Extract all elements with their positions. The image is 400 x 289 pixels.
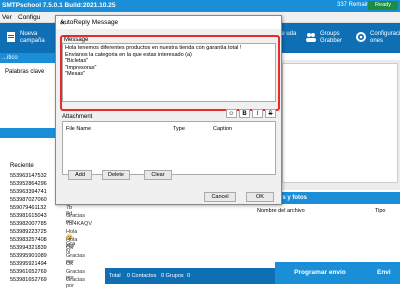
title-bar: SMTPschool 7.5.0.1 Build:2021.10.25 337 … <box>0 0 400 12</box>
document-icon <box>7 32 15 42</box>
group-icon <box>306 33 316 42</box>
col-nombre-archivo: Nombre del archivo <box>257 208 305 214</box>
message-preview: Gracias por <box>66 277 85 289</box>
clear-button[interactable]: Clear <box>144 170 172 180</box>
configuraciones-label: Configuraci ones <box>370 31 400 44</box>
phone-number: 553963394741 <box>10 189 47 195</box>
enviar-button[interactable]: Envi <box>365 262 400 284</box>
nueva-campana-button[interactable]: Nueva campaña <box>6 29 54 49</box>
col-caption: Caption <box>213 126 232 132</box>
gear-icon <box>356 32 366 42</box>
phone-number: 553983257408 <box>10 237 47 243</box>
list-item[interactable]: 553981652769 Gracias por <box>10 277 85 289</box>
nueva-campana-label: Nueva campaña <box>20 31 45 44</box>
phone-number: 553952864296 <box>10 181 47 187</box>
right-message-area[interactable] <box>282 63 398 183</box>
italic-button[interactable]: I <box>252 109 263 118</box>
menu-configuracion[interactable]: Configu <box>18 14 40 21</box>
message-preview: Ok <box>66 245 74 251</box>
recent-header-bar <box>0 128 55 138</box>
list-item[interactable]: 553995901089 Gracias por <box>10 253 85 265</box>
close-icon[interactable]: ✕ <box>60 19 277 27</box>
list-item[interactable]: 553982007785 7b/4KAQV <box>10 221 92 227</box>
list-item[interactable]: 553989223725 Hola 😊 Gra <box>10 229 77 247</box>
palabras-clave-label: Palabras clave <box>5 69 45 75</box>
list-item[interactable]: 553981615043 Gracias por <box>10 213 85 225</box>
list-item[interactable]: 553994321839 Ok <box>10 245 73 251</box>
col-type: Type <box>173 126 185 132</box>
app-title: SMTPschool 7.5.0.1 Build:2021.10.25 <box>2 2 116 9</box>
left-panel-header: ...itico <box>0 53 55 63</box>
phone-number: 553994321839 <box>10 245 47 251</box>
list-item[interactable]: 553987027060 <box>10 197 47 203</box>
phone-number: 553995901089 <box>10 253 47 259</box>
message-preview: 7b/4KAQV <box>66 221 92 227</box>
menu-ver[interactable]: Ver <box>2 14 12 21</box>
delete-button[interactable]: Delete <box>102 170 130 180</box>
status-badge: Ready <box>368 1 398 10</box>
phone-number: 553995921494 <box>10 261 47 267</box>
bold-button[interactable]: B <box>239 109 250 118</box>
phone-number: 553989223725 <box>10 229 47 235</box>
cancel-button[interactable]: Cancel <box>204 192 236 202</box>
configuraciones-button[interactable]: Configuraci ones <box>356 29 400 49</box>
phone-number: 553987027060 <box>10 197 47 203</box>
dialog-titlebar: AutoReply Message ✕ <box>56 16 281 29</box>
programar-envio-label: Programar envío <box>294 269 346 276</box>
list-item[interactable]: 553961652769 Gracias por <box>10 269 85 281</box>
grupos-count: 0 <box>187 273 191 279</box>
total-label: Total <box>109 273 121 279</box>
ok-button[interactable]: OK <box>246 192 274 202</box>
add-button[interactable]: Add <box>68 170 92 180</box>
phone-number: 553961652769 <box>10 269 47 275</box>
list-item[interactable]: 553963147532 <box>10 173 47 179</box>
grupos-label: 0 Grupos <box>161 273 184 279</box>
phone-number: 553963147532 <box>10 173 47 179</box>
enviar-label: Envi <box>377 269 391 276</box>
attachment-table[interactable]: File Name Type Caption <box>62 121 276 175</box>
list-item[interactable]: 553963394741 <box>10 189 47 195</box>
autoreply-dialog: AutoReply Message ✕ Message Hola tenemos… <box>55 15 282 205</box>
phone-number: 553981615043 <box>10 213 47 219</box>
list-item[interactable]: 559079461132 7b 8d... <box>10 205 77 217</box>
programar-envio-button[interactable]: Programar envío <box>275 262 365 284</box>
col-tipo: Tipo <box>375 208 386 214</box>
list-item[interactable]: 553952864296 <box>10 181 47 187</box>
strikethrough-button[interactable]: S <box>265 109 276 118</box>
contactos-count: 0 Contactos <box>127 273 157 279</box>
phone-number: 553981652769 <box>10 277 47 283</box>
attachment-label: Attachment <box>62 114 93 120</box>
list-item[interactable]: 553983257408 Hola soy N <box>10 237 77 255</box>
col-file-name: File Name <box>66 126 92 132</box>
groups-grabber-button[interactable]: Groups Grabber <box>306 29 350 49</box>
message-textarea[interactable]: Hola tenemos diferentes productos en nue… <box>62 43 276 102</box>
status-footer: Total 0 Contactos 0 Grupos 0 <box>105 268 275 284</box>
recent-label: Reciente <box>10 163 34 169</box>
message-preview: Ok <box>66 261 74 267</box>
emoji-button[interactable]: ☺ <box>226 109 237 118</box>
list-item[interactable]: 553995921494 Ok <box>10 261 73 267</box>
groups-grabber-label: Groups Grabber <box>320 31 343 44</box>
phone-number: 553982007785 <box>10 221 47 227</box>
phone-number: 559079461132 <box>10 205 47 211</box>
